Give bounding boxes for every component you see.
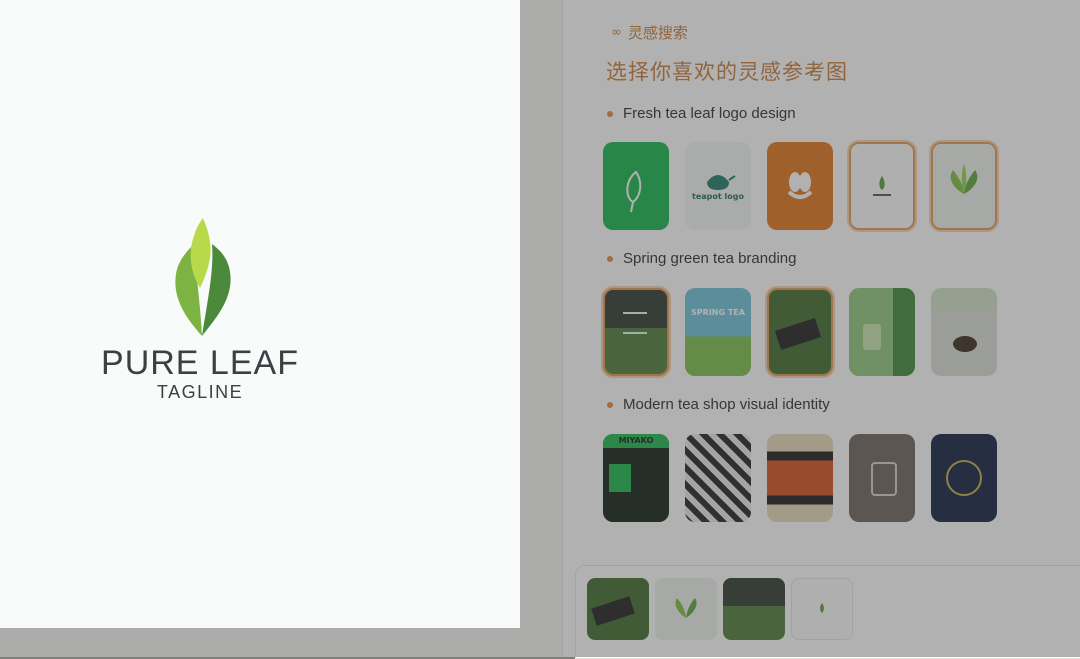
leaf-logo-icon <box>175 218 231 336</box>
image-preview: PURE LEAF TAGLINE <box>0 0 520 628</box>
tagline: TAGLINE <box>156 382 244 402</box>
brand-name: PURE LEAF <box>101 344 299 382</box>
